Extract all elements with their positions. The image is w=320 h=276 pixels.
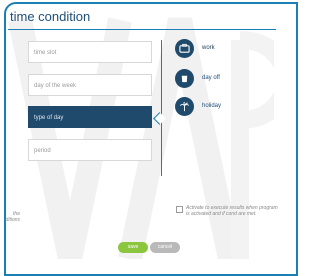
option-day-off-label: day off xyxy=(202,75,220,81)
title-divider xyxy=(8,29,276,30)
left-note: the ditions xyxy=(5,211,20,223)
option-work-label: work xyxy=(202,45,215,51)
cancel-button[interactable]: cancel xyxy=(150,242,180,253)
option-work[interactable]: work xyxy=(175,37,215,59)
period-field[interactable]: period xyxy=(28,139,152,161)
option-holiday[interactable]: holiday xyxy=(175,95,221,117)
day-of-week-field[interactable]: day of the week xyxy=(28,74,152,96)
save-button[interactable]: save xyxy=(118,242,148,253)
cup-icon xyxy=(175,68,194,88)
time-slot-field[interactable]: time slot xyxy=(28,41,152,63)
type-of-day-field[interactable]: type of day xyxy=(28,106,152,128)
options-divider xyxy=(161,40,162,176)
option-holiday-label: holiday xyxy=(202,103,222,109)
briefcase-icon xyxy=(175,38,194,58)
activation-checkbox[interactable] xyxy=(176,206,183,213)
panel-title: time condition xyxy=(10,9,91,24)
option-day-off[interactable]: day off xyxy=(175,67,220,89)
activation-text: Activate to execute results when program… xyxy=(186,205,278,217)
palm-icon xyxy=(175,96,194,116)
